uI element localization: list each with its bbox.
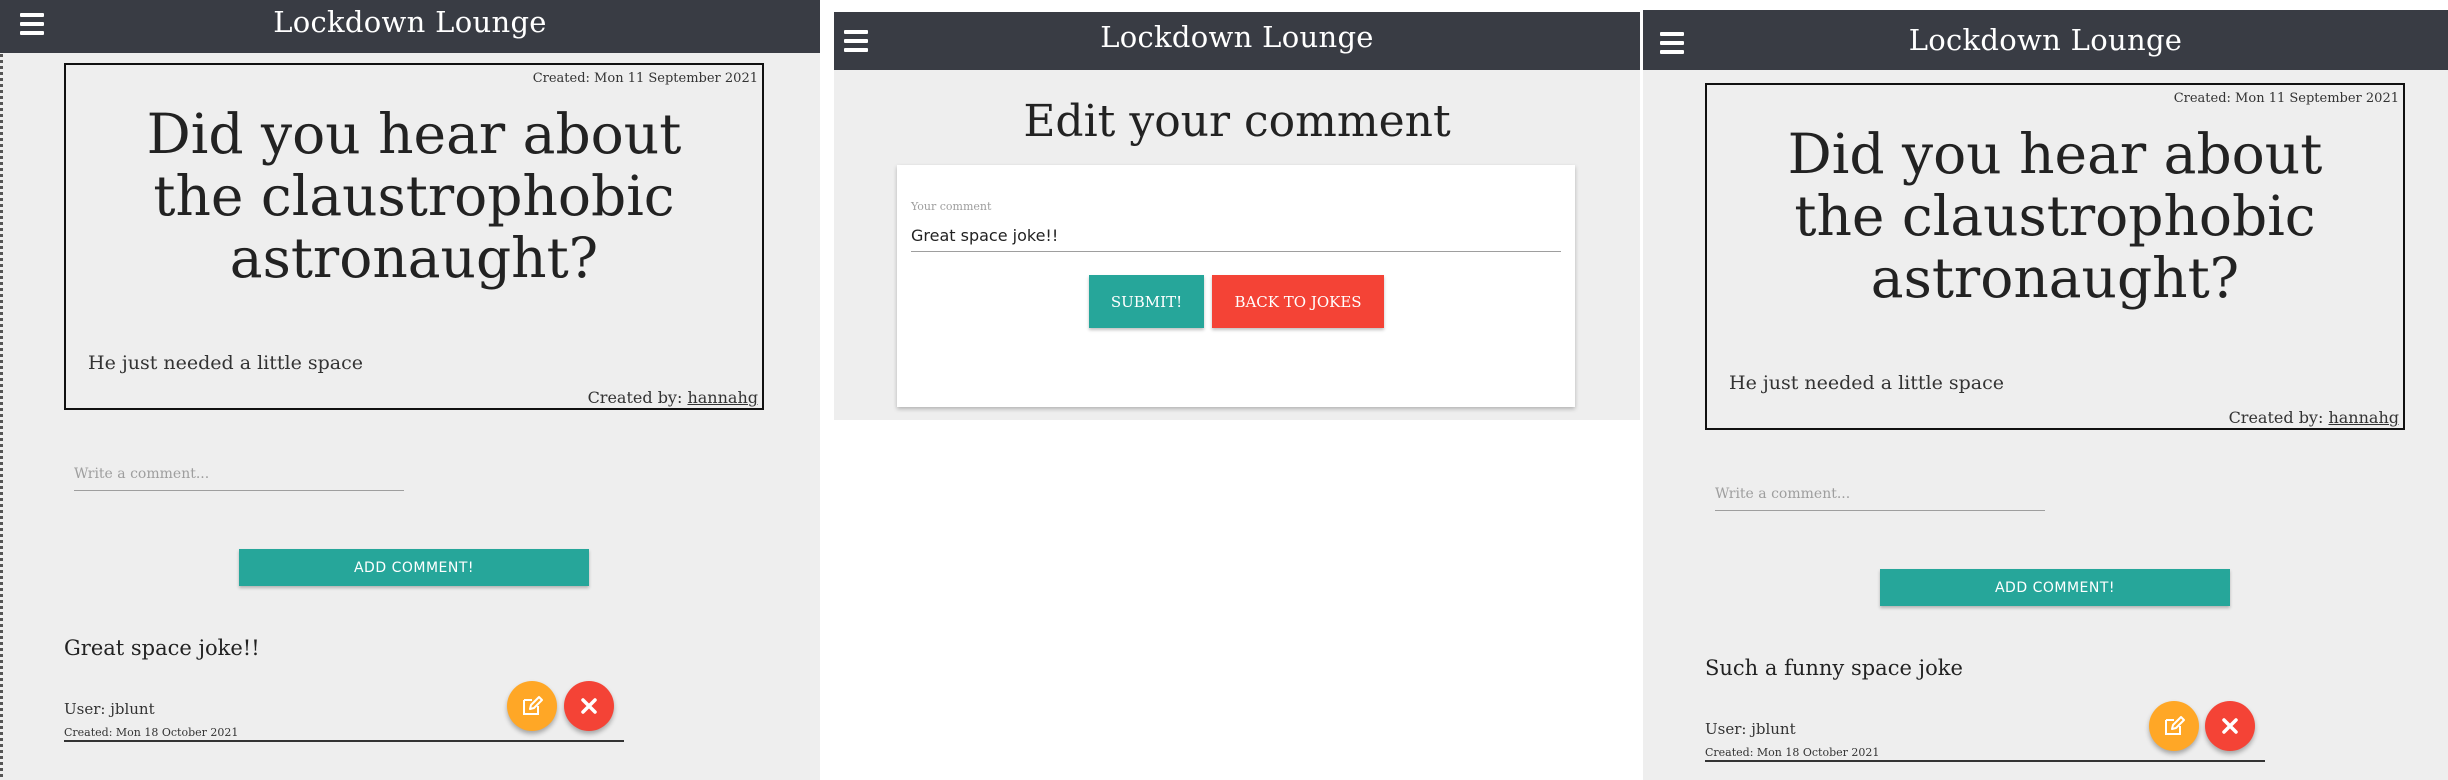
comment-text: Great space joke!! xyxy=(64,636,260,660)
author-label: Created by: xyxy=(2228,408,2329,427)
page-title: Edit your comment xyxy=(1023,96,1451,147)
navbar: Lockdown Lounge xyxy=(834,12,1640,70)
close-x-icon xyxy=(581,698,597,714)
submit-button[interactable]: SUBMIT! xyxy=(1089,275,1204,328)
left-edge-border xyxy=(0,0,3,780)
comment-input[interactable] xyxy=(1715,486,2045,511)
joke-card: Created: Mon 11 September 2021 Did you h… xyxy=(1705,83,2405,430)
comment-input[interactable] xyxy=(74,466,404,491)
author-name[interactable]: hannahg xyxy=(2328,408,2399,427)
navbar: Lockdown Lounge xyxy=(1643,10,2448,70)
joke-question: Did you hear about the claustrophobic as… xyxy=(1787,122,2323,310)
left-screen: Lockdown Lounge Created: Mon 11 Septembe… xyxy=(0,0,820,780)
comment-divider xyxy=(64,740,624,742)
joke-created-date: Created: Mon 11 September 2021 xyxy=(2173,91,2399,106)
comment-date: Created: Mon 18 October 2021 xyxy=(64,726,239,739)
delete-comment-button[interactable] xyxy=(564,681,614,731)
comment-divider xyxy=(1705,760,2265,762)
app-title[interactable]: Lockdown Lounge xyxy=(0,5,820,39)
author-name[interactable]: hannahg xyxy=(687,388,758,407)
delete-comment-button[interactable] xyxy=(2205,701,2255,751)
pencil-square-icon xyxy=(523,696,543,715)
edit-comment-button[interactable] xyxy=(507,681,557,731)
edit-comment-button[interactable] xyxy=(2149,701,2199,751)
middle-screen: Lockdown Lounge Edit your comment Your c… xyxy=(834,12,1640,420)
comment-user: User: jblunt xyxy=(64,700,155,718)
pencil-square-icon xyxy=(2165,716,2185,735)
joke-answer: He just needed a little space xyxy=(1729,372,2005,394)
edit-comment-card: Your comment SUBMIT! BACK TO JOKES xyxy=(897,165,1575,407)
navbar: Lockdown Lounge xyxy=(0,0,820,53)
add-comment-button[interactable]: ADD COMMENT! xyxy=(239,549,589,586)
close-x-icon xyxy=(2222,718,2238,734)
joke-author: Created by: hannahg xyxy=(2229,408,2399,427)
joke-created-date: Created: Mon 11 September 2021 xyxy=(532,71,758,86)
joke-card: Created: Mon 11 September 2021 Did you h… xyxy=(64,63,764,410)
right-screen: Lockdown Lounge Created: Mon 11 Septembe… xyxy=(1643,10,2448,780)
app-title[interactable]: Lockdown Lounge xyxy=(1643,23,2448,57)
comment-date: Created: Mon 18 October 2021 xyxy=(1705,746,1880,759)
comment-user: User: jblunt xyxy=(1705,720,1796,738)
comment-field-label: Your comment xyxy=(911,200,992,213)
joke-answer: He just needed a little space xyxy=(88,352,364,374)
author-label: Created by: xyxy=(587,388,688,407)
app-title[interactable]: Lockdown Lounge xyxy=(834,20,1640,54)
joke-question: Did you hear about the claustrophobic as… xyxy=(146,102,682,290)
add-comment-button[interactable]: ADD COMMENT! xyxy=(1880,569,2230,606)
comment-text: Such a funny space joke xyxy=(1705,656,1963,680)
comment-edit-field[interactable] xyxy=(911,226,1561,252)
joke-author: Created by: hannahg xyxy=(588,388,758,407)
back-to-jokes-button[interactable]: BACK TO JOKES xyxy=(1212,275,1384,328)
